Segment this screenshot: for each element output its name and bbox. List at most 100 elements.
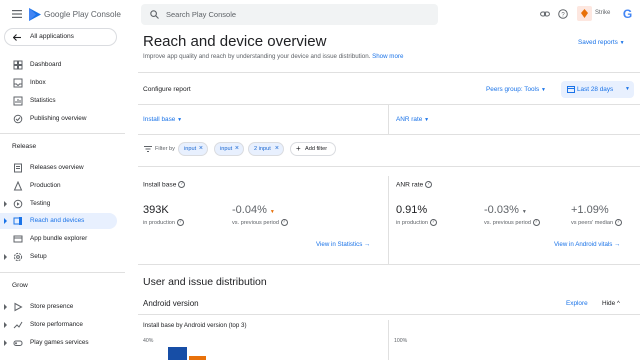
- metric-right-select[interactable]: ANR rate ▼: [396, 116, 429, 123]
- chart-title: Install base by Android version (top 3): [143, 322, 247, 329]
- release-section-header[interactable]: Release: [12, 143, 36, 150]
- view-in-statistics-link[interactable]: View in Statistics →: [316, 241, 370, 248]
- add-filter-button[interactable]: + Add filter: [290, 142, 336, 156]
- arrow-right-icon: →: [364, 241, 371, 248]
- filter-chip-label: input: [184, 146, 197, 152]
- production-icon: [13, 181, 23, 191]
- view-in-android-vitals-link[interactable]: View in Android vitals →: [554, 241, 620, 248]
- column-divider: [388, 104, 389, 134]
- explore-button[interactable]: Explore: [566, 300, 588, 307]
- developer-avatar[interactable]: [577, 6, 592, 21]
- sidebar-item-publishing-overview[interactable]: Publishing overview: [0, 111, 117, 127]
- expand-caret-icon[interactable]: [4, 218, 7, 224]
- games-icon: [13, 338, 23, 348]
- column-divider: [388, 176, 389, 264]
- filter-chip-label: 2 input: [254, 146, 271, 152]
- menu-icon[interactable]: [12, 10, 22, 18]
- filter-chip[interactable]: input ×: [214, 142, 244, 156]
- search-icon: [150, 10, 159, 19]
- filter-chip[interactable]: input ×: [178, 142, 208, 156]
- help-icon[interactable]: ?: [558, 9, 568, 19]
- store-presence-icon: [13, 302, 23, 312]
- anr-card-title: ANR rate ?: [396, 181, 432, 188]
- content-divider: [138, 134, 640, 135]
- sidebar-item-store-performance[interactable]: Store performance: [0, 317, 117, 333]
- expand-caret-icon[interactable]: [4, 322, 7, 328]
- search-input[interactable]: Search Play Console: [141, 4, 438, 25]
- sidebar-item-testing[interactable]: Testing: [0, 196, 117, 212]
- help-icon[interactable]: ?: [424, 181, 432, 188]
- expand-caret-icon[interactable]: [4, 254, 7, 260]
- sidebar-item-releases-overview[interactable]: Releases overview: [0, 160, 117, 176]
- calendar-icon: [567, 85, 575, 93]
- close-icon[interactable]: ×: [275, 145, 279, 152]
- dashboard-icon: [13, 60, 23, 70]
- chart-bar-secondary[interactable]: [189, 356, 206, 360]
- sidebar-divider: [0, 272, 125, 273]
- sidebar-item-label: Dashboard: [30, 61, 62, 68]
- view-in-android-vitals-label: View in Android vitals: [554, 241, 613, 248]
- google-account-icon[interactable]: G: [621, 7, 634, 20]
- sidebar-item-store-presence[interactable]: Store presence: [0, 299, 117, 315]
- grow-section-header[interactable]: Grow: [12, 282, 28, 289]
- sidebar-item-setup[interactable]: Setup: [0, 249, 117, 265]
- sidebar-item-inbox[interactable]: Inbox: [0, 75, 117, 91]
- chevron-down-icon: ▼: [619, 40, 625, 46]
- chart-bar-primary[interactable]: [168, 347, 187, 360]
- help-icon[interactable]: ?: [178, 181, 186, 188]
- link-icon[interactable]: [540, 10, 550, 18]
- sidebar-item-dashboard[interactable]: Dashboard: [0, 57, 117, 73]
- help-icon[interactable]: ?: [176, 219, 184, 226]
- expand-caret-icon[interactable]: [4, 304, 7, 310]
- date-range-select[interactable]: Last 28 days ▼: [561, 81, 634, 98]
- hide-button[interactable]: Hide ^: [602, 300, 620, 307]
- app-name[interactable]: Google Play Console: [44, 10, 121, 19]
- install-base-label: Install base: [143, 181, 177, 189]
- help-icon[interactable]: ?: [280, 219, 288, 226]
- sidebar-item-app-bundle-explorer[interactable]: App bundle explorer: [0, 231, 117, 247]
- anr-change-sub-text: vs. previous period: [484, 219, 531, 226]
- content-divider: [138, 72, 640, 73]
- trend-down-icon: ▼: [521, 209, 527, 215]
- sidebar-item-production[interactable]: Production: [0, 178, 117, 194]
- help-icon[interactable]: ?: [532, 219, 540, 226]
- peers-group-select[interactable]: Peers group: Tools ▼: [486, 86, 546, 93]
- filter-chip[interactable]: 2 input ×: [248, 142, 284, 156]
- hide-label: Hide: [602, 300, 616, 307]
- plus-icon: +: [296, 144, 301, 153]
- play-logo-icon[interactable]: [29, 8, 41, 21]
- bundle-icon: [13, 234, 23, 244]
- user-label[interactable]: Strike: [595, 10, 610, 16]
- metric-right-label: ANR rate: [396, 116, 423, 123]
- help-icon[interactable]: ?: [614, 219, 622, 226]
- anr-value-sub-text: in production: [396, 219, 429, 226]
- close-icon[interactable]: ×: [199, 145, 203, 152]
- gear-icon: [13, 252, 23, 262]
- peers-group-label: Peers group: Tools: [486, 86, 540, 93]
- sidebar-item-play-games-services[interactable]: Play games services: [0, 335, 117, 351]
- all-applications-button[interactable]: All applications: [4, 28, 117, 46]
- anr-change-value: -0.03%: [484, 204, 519, 216]
- section-title: User and issue distribution: [143, 276, 267, 288]
- expand-caret-icon[interactable]: [4, 340, 7, 346]
- trend-down-icon: ▼: [269, 209, 275, 215]
- anr-change: -0.03% ▼: [484, 204, 527, 216]
- anr-value: 0.91%: [396, 204, 428, 216]
- close-icon[interactable]: ×: [235, 145, 239, 152]
- sidebar-item-reach-and-devices[interactable]: Reach and devices: [0, 213, 117, 229]
- expand-caret-icon[interactable]: [4, 201, 7, 207]
- statistics-icon: [13, 96, 23, 106]
- saved-reports-button[interactable]: Saved reports ▼: [578, 39, 625, 46]
- column-divider: [388, 320, 389, 360]
- inbox-icon: [13, 78, 23, 88]
- help-icon[interactable]: ?: [429, 219, 437, 226]
- show-more-link[interactable]: Show more: [372, 53, 403, 60]
- store-performance-icon: [13, 320, 23, 330]
- metric-left-select[interactable]: Install base ▼: [143, 116, 182, 123]
- date-range-label: Last 28 days: [577, 86, 614, 93]
- anr-change-sub: vs. previous period ?: [484, 219, 540, 226]
- install-base-change-value: -0.04%: [232, 204, 267, 216]
- sidebar-item-statistics[interactable]: Statistics: [0, 93, 117, 109]
- configure-report-label: Configure report: [143, 86, 191, 93]
- install-base-change-sub: vs. previous period ?: [232, 219, 288, 226]
